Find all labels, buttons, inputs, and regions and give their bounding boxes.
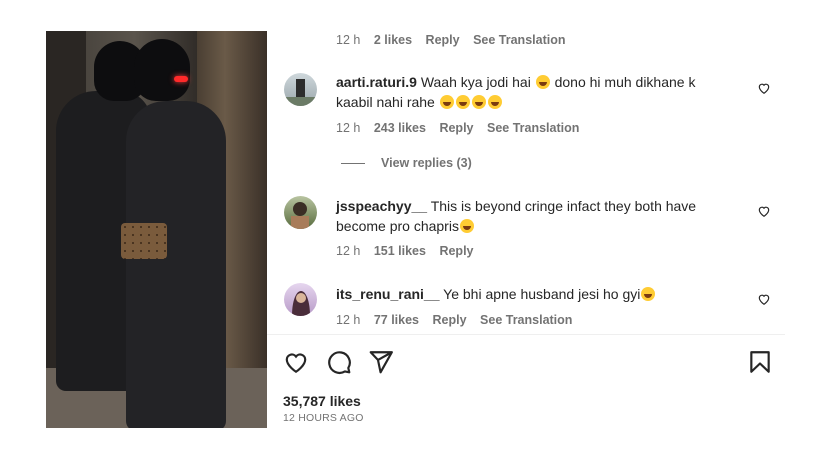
avatar[interactable] [284, 196, 317, 229]
comment-body-a: This is beyond cringe infact they both h… [430, 198, 697, 214]
comment-username[interactable]: its_renu_rani__ [336, 286, 440, 302]
post-likes-count[interactable]: 35,787 likes [283, 393, 361, 409]
reply-button[interactable]: Reply [433, 313, 467, 327]
comment-meta: 12 h 243 likes Reply See Translation [336, 121, 589, 135]
comment-username[interactable]: jsspeachyy__ [336, 198, 427, 214]
grin-emoji-icon [641, 287, 656, 301]
comment-likes[interactable]: 2 likes [374, 33, 412, 47]
reply-button[interactable]: Reply [439, 244, 473, 258]
post-timestamp: 12 HOURS AGO [283, 412, 364, 424]
action-bar [283, 349, 773, 377]
divider-line [341, 163, 365, 165]
avatar-image [284, 79, 317, 106]
comment-likes[interactable]: 151 likes [374, 244, 426, 258]
view-replies-label: View replies (3) [381, 156, 472, 170]
avatar[interactable] [284, 283, 317, 316]
post-photo[interactable] [46, 31, 267, 428]
see-translation-button[interactable]: See Translation [480, 313, 572, 327]
see-translation-button[interactable]: See Translation [487, 121, 579, 135]
see-translation-button[interactable]: See Translation [473, 33, 565, 47]
reply-button[interactable]: Reply [439, 121, 473, 135]
grin-emoji-icon [535, 75, 550, 89]
photo-handbag [121, 223, 167, 259]
comment-likes[interactable]: 243 likes [374, 121, 426, 135]
comment-like-heart-icon[interactable] [757, 292, 771, 306]
avatar[interactable] [284, 73, 317, 106]
comment-body-a: Waah kya jodi hai [420, 74, 531, 90]
comment-like-heart-icon[interactable] [757, 81, 771, 95]
comment-text: its_renu_rani__ Ye bhi apne husband jesi… [336, 284, 736, 304]
comment-text: aarti.raturi.9 Waah kya jodi hai dono hi… [336, 72, 736, 112]
photo-figure-right [126, 101, 226, 428]
comment-time: 12 h [336, 313, 361, 327]
comment-meta: 12 h 77 likes Reply See Translation [336, 313, 582, 327]
share-icon[interactable] [368, 349, 394, 375]
grin-emoji-icon [455, 95, 470, 109]
comment-time: 12 h [336, 244, 361, 258]
smirk-emoji-icon [459, 219, 474, 233]
grin-emoji-icon [487, 95, 502, 109]
photo-visor-light [174, 76, 188, 82]
grin-emoji-icon [439, 95, 454, 109]
comment-time: 12 h [336, 121, 361, 135]
comment-icon[interactable] [326, 349, 352, 375]
comment-time: 12 h [336, 33, 361, 47]
comment-like-heart-icon[interactable] [757, 204, 771, 218]
comment-body-b: dono hi muh dikhane k [554, 74, 696, 90]
comment-likes[interactable]: 77 likes [374, 313, 419, 327]
grin-emoji-icon [471, 95, 486, 109]
avatar-image [291, 202, 309, 229]
comment-username[interactable]: aarti.raturi.9 [336, 74, 417, 90]
photo-helmet-right [134, 39, 190, 101]
view-replies-button[interactable]: View replies (3) [341, 156, 472, 170]
comment-text: jsspeachyy__ This is beyond cringe infac… [336, 196, 736, 236]
avatar-image [292, 291, 310, 316]
bookmark-icon[interactable] [747, 349, 773, 375]
comment-body-b: become pro chapris [336, 218, 459, 234]
comment-body-c: kaabil nahi rahe [336, 94, 435, 110]
comment-meta: 12 h 2 likes Reply See Translation [336, 33, 575, 47]
reply-button[interactable]: Reply [426, 33, 460, 47]
heart-icon[interactable] [283, 349, 309, 375]
comment-meta: 12 h 151 likes Reply [336, 244, 484, 258]
comment-body-a: Ye bhi apne husband jesi ho gyi [443, 286, 641, 302]
